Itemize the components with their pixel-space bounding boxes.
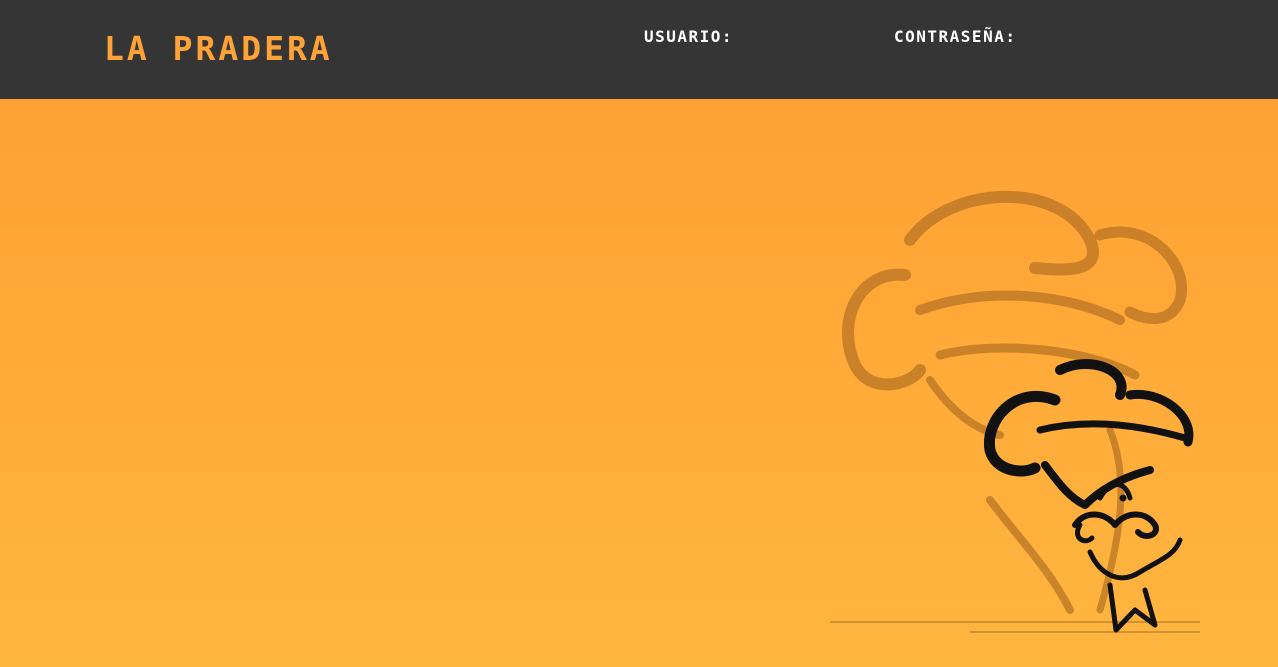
brand-logo-text[interactable]: La Pradera <box>104 30 333 68</box>
password-label: Contraseña: <box>894 27 1017 46</box>
chef-mascot-icon <box>800 180 1220 650</box>
username-label: Usuario: <box>644 27 734 46</box>
top-navigation-bar: La Pradera Usuario: Contraseña: <box>0 0 1278 99</box>
